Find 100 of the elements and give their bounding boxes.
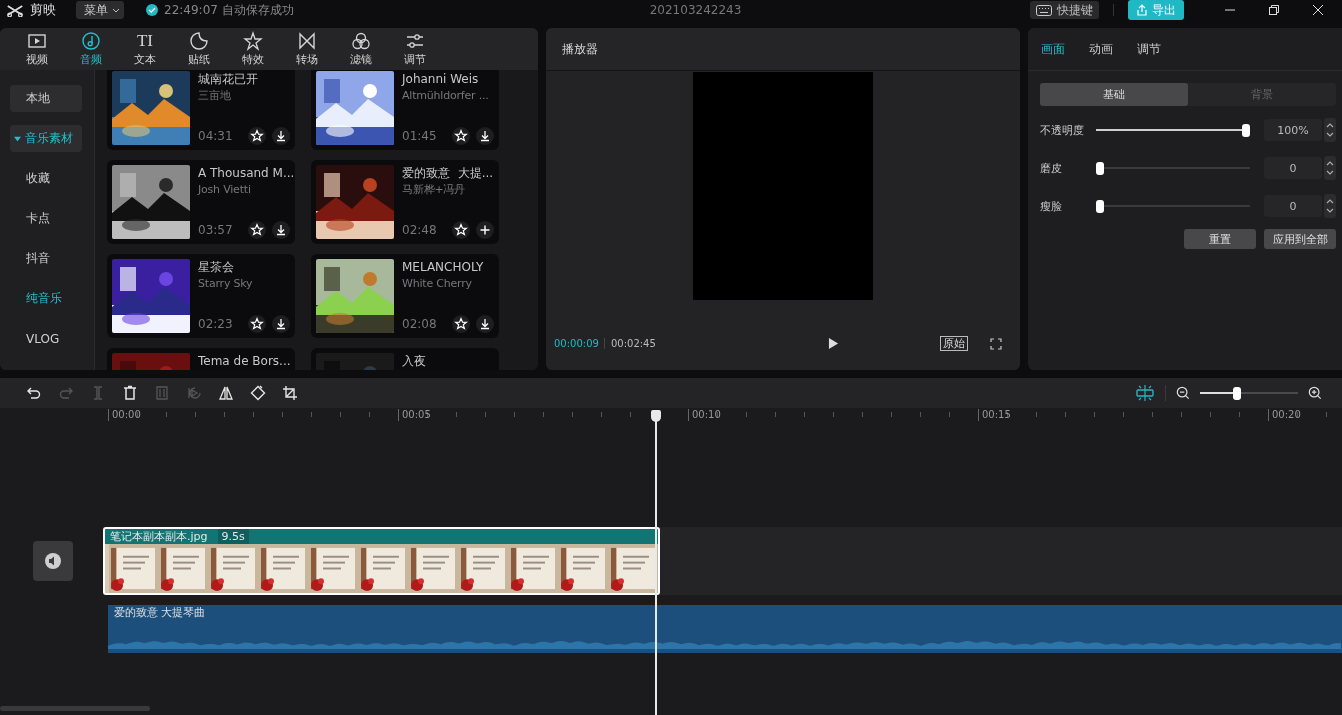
sidebar-item[interactable]: 音乐素材: [10, 125, 82, 152]
artist-name: 三亩地: [198, 88, 231, 104]
ratio-button[interactable]: 原始: [940, 336, 968, 351]
clip-duration: 9.5s: [217, 529, 249, 544]
video-icon: [27, 31, 47, 51]
star-icon[interactable]: [452, 221, 470, 239]
download-icon[interactable]: [272, 127, 290, 145]
download-icon[interactable]: [476, 127, 494, 145]
star-icon[interactable]: [248, 221, 266, 239]
close-icon[interactable]: [1312, 4, 1324, 16]
music-card[interactable]: 城南花已开 三亩地 04:31: [107, 70, 295, 150]
music-card[interactable]: Johanni Weis Altmühldorfer ... 01:45: [311, 70, 499, 150]
logo-icon: [6, 3, 24, 17]
artist-name: Altmühldorfer ...: [402, 88, 489, 104]
duration: 01:45: [402, 129, 438, 143]
autosave-status: 22:49:07 自动保存成功: [164, 1, 294, 19]
number-field[interactable]: 0: [1264, 157, 1322, 179]
caret-icon: [112, 7, 120, 13]
inspector-tab[interactable]: 动画: [1080, 40, 1122, 58]
music-note-icon: [81, 31, 101, 51]
media-tab[interactable]: 调节: [388, 28, 442, 70]
time-label: 00:10: [688, 409, 978, 421]
media-tab[interactable]: 贴纸: [172, 28, 226, 70]
song-title: 城南花已开: [198, 71, 258, 87]
number-field[interactable]: 100%: [1264, 119, 1322, 141]
star-icon[interactable]: [248, 315, 266, 333]
add-icon[interactable]: [476, 221, 494, 239]
crop-icon[interactable]: [282, 385, 298, 401]
stepper-icon[interactable]: [1324, 118, 1336, 142]
media-tab[interactable]: 特效: [226, 28, 280, 70]
play-icon[interactable]: [827, 337, 839, 350]
artist-name: Starry Sky: [198, 276, 253, 292]
time-label: 00:15: [978, 409, 1268, 421]
music-card[interactable]: A Thousand M... Josh Vietti 03:57: [107, 160, 295, 244]
zoom-out-icon[interactable]: [1176, 386, 1190, 400]
inspector-tab[interactable]: 调节: [1128, 40, 1170, 58]
keyboard-icon: [1036, 4, 1052, 16]
scrollbar[interactable]: [0, 706, 150, 711]
total-time: 00:02:45: [610, 338, 656, 349]
menu-dropdown[interactable]: 菜单: [76, 1, 124, 19]
fullscreen-icon[interactable]: [990, 337, 1002, 350]
inspector-tab[interactable]: 画面: [1032, 40, 1074, 58]
music-card[interactable]: 星茶会 Starry Sky 02:23: [107, 254, 295, 338]
sidebar-item[interactable]: 卡点: [10, 205, 66, 232]
zoom-in-icon[interactable]: [1308, 386, 1322, 400]
action-button[interactable]: 重置: [1184, 229, 1256, 249]
sidebar-item[interactable]: 抖音: [10, 245, 66, 272]
segment-tab[interactable]: 基础: [1040, 83, 1188, 106]
sticker-icon: [189, 31, 209, 51]
snap-icon[interactable]: [1135, 384, 1155, 402]
audio-clip[interactable]: 爱的致意 大提琴曲: [108, 605, 1342, 653]
artist-name: Josh Vietti: [198, 182, 251, 198]
stepper-icon[interactable]: [1324, 156, 1336, 180]
app-name: 剪映: [30, 1, 56, 19]
music-card[interactable]: 爱的致意 大提... 马新桦+冯丹 02:48: [311, 160, 499, 244]
share-icon: [1136, 4, 1148, 16]
stepper-icon[interactable]: [1324, 194, 1336, 218]
shortcuts-button[interactable]: 快捷键: [1030, 1, 1099, 19]
time-label: 00:20: [1268, 409, 1342, 421]
clip-name: 笔记本副本副本.jpg: [110, 529, 208, 544]
video-clip[interactable]: 笔记本副本副本.jpg 9.5s: [103, 527, 660, 595]
action-button[interactable]: 应用到全部: [1264, 229, 1336, 249]
sidebar-item[interactable]: 本地: [10, 85, 82, 112]
song-title: Tema de Bors...: [198, 353, 291, 369]
star-icon[interactable]: [452, 127, 470, 145]
star-icon[interactable]: [248, 127, 266, 145]
media-tab[interactable]: TI 文本: [118, 28, 172, 70]
delete-icon[interactable]: [122, 385, 138, 401]
sidebar-item[interactable]: 收藏: [10, 165, 66, 192]
rotate-icon[interactable]: [250, 385, 266, 401]
number-field[interactable]: 0: [1264, 195, 1322, 217]
song-title: Johanni Weis: [402, 71, 479, 87]
sidebar-item[interactable]: 纯音乐: [10, 285, 78, 312]
bowtie-icon: [297, 31, 317, 51]
song-title: 星茶会: [198, 259, 234, 275]
slider-thumb[interactable]: [1096, 161, 1104, 175]
slider-thumb[interactable]: [1096, 199, 1104, 213]
download-icon[interactable]: [476, 315, 494, 333]
download-icon[interactable]: [272, 315, 290, 333]
mirror-icon[interactable]: [218, 385, 234, 401]
music-card[interactable]: Tema de Bors...: [107, 348, 295, 370]
song-title: A Thousand M...: [198, 165, 295, 181]
artist-name: White Cherry: [402, 276, 472, 292]
star-icon[interactable]: [452, 315, 470, 333]
duration: 03:57: [198, 223, 234, 237]
music-card[interactable]: 入夜: [311, 348, 499, 370]
media-tab[interactable]: 转场: [280, 28, 334, 70]
undo-icon[interactable]: [26, 385, 42, 401]
duration: 02:23: [198, 317, 234, 331]
sidebar-item[interactable]: VLOG: [10, 325, 76, 352]
slider-thumb[interactable]: [1242, 123, 1250, 137]
duration: 02:48: [402, 223, 438, 237]
music-card[interactable]: MELANCHOLY White Cherry 02:08: [311, 254, 499, 338]
download-icon[interactable]: [272, 221, 290, 239]
media-tab[interactable]: 视频: [10, 28, 64, 70]
mute-button[interactable]: [33, 541, 73, 581]
media-tab[interactable]: 滤镜: [334, 28, 388, 70]
slider-thumb[interactable]: [1233, 386, 1242, 400]
maximize-icon[interactable]: [1268, 4, 1280, 16]
media-tab[interactable]: 音频: [64, 28, 118, 70]
